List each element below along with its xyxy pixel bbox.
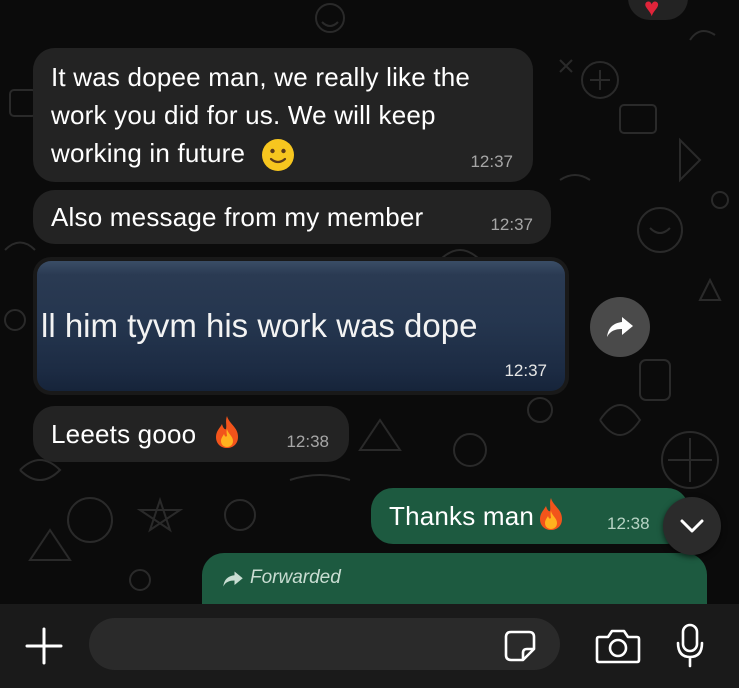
microphone-icon — [676, 623, 704, 668]
incoming-image-message[interactable]: ll him tyvm his work was dope 12:37 — [33, 257, 569, 395]
composer-bar — [0, 604, 739, 688]
scroll-to-bottom-button[interactable] — [663, 497, 721, 555]
slightly-smiling-face-icon — [261, 139, 294, 172]
message-time: 12:38 — [286, 432, 329, 451]
forwarded-arrow-icon — [223, 571, 243, 587]
forwarded-label: Forwarded — [250, 567, 341, 588]
plus-icon — [25, 627, 63, 665]
screenshot-image[interactable]: ll him tyvm his work was dope 12:37 — [37, 261, 565, 391]
incoming-message-bubble[interactable]: Leeets gooo 12:38 — [33, 406, 349, 462]
sticker-button[interactable] — [500, 626, 540, 666]
fire-icon — [215, 416, 238, 448]
fire-icon — [540, 498, 563, 530]
outgoing-message-bubble[interactable]: Thanks man 12:38 — [371, 488, 689, 544]
chevron-down-icon — [680, 519, 704, 533]
message-text: It was dopee man, we really like the wor… — [51, 58, 515, 172]
message-time: 12:38 — [607, 514, 650, 533]
message-text: Also message from my member — [51, 202, 424, 232]
incoming-message-bubble[interactable]: It was dopee man, we really like the wor… — [33, 48, 533, 182]
incoming-message-bubble[interactable]: Also message from my member 12:37 — [33, 190, 551, 244]
voice-message-button[interactable] — [670, 620, 710, 672]
camera-icon — [595, 629, 641, 664]
camera-button[interactable] — [594, 624, 642, 668]
image-caption-text: ll him tyvm his work was dope — [41, 307, 478, 344]
attach-button[interactable] — [20, 622, 68, 670]
sticker-icon — [504, 630, 536, 662]
share-arrow-icon — [607, 317, 633, 337]
message-time: 12:37 — [504, 361, 547, 380]
message-time: 12:37 — [490, 215, 533, 234]
forward-button[interactable] — [590, 297, 650, 357]
message-input[interactable] — [89, 618, 560, 670]
red-heart-icon: ♥ — [644, 0, 660, 22]
message-time: 12:37 — [470, 152, 513, 171]
